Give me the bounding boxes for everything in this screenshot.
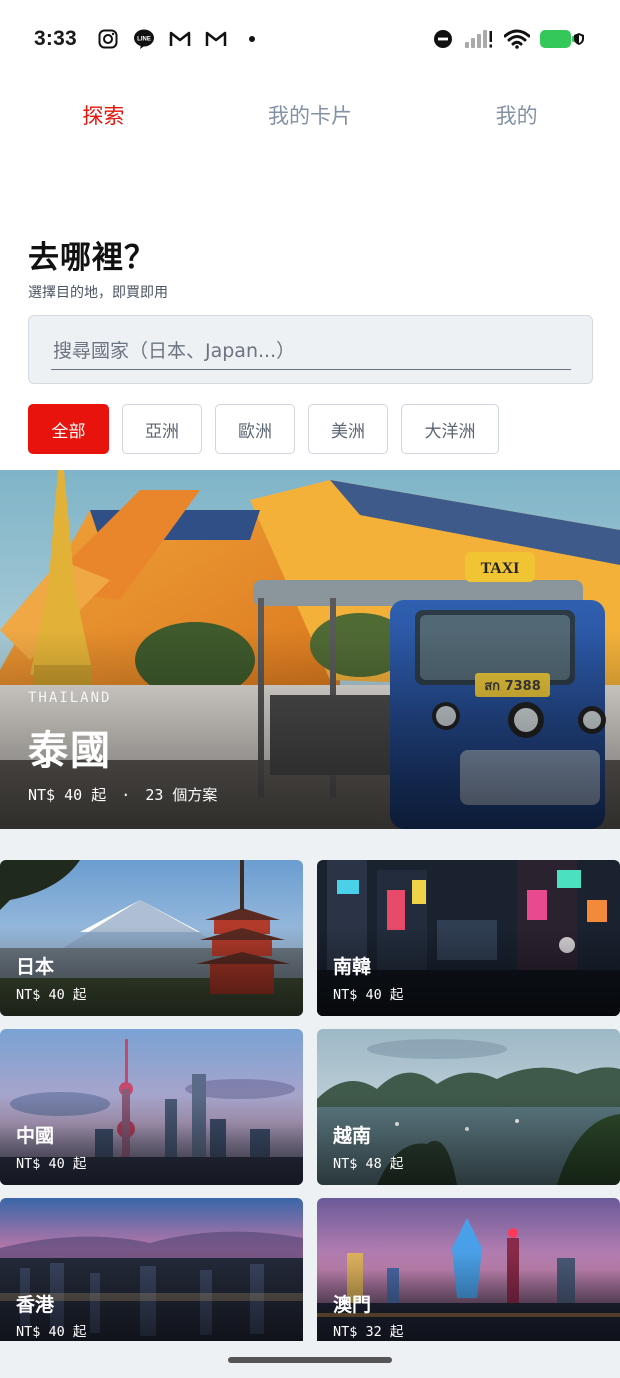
region-chip-europe[interactable]: 歐洲 [215,404,295,454]
vpn-shield-icon [572,28,586,50]
svg-text:สก 7388: สก 7388 [484,679,541,694]
destination-price: NT$ 32 起 [333,1324,404,1340]
search-box [28,315,593,384]
gmail-icon [169,28,191,50]
destination-price: NT$ 40 起 [16,1324,87,1340]
status-left: 3:33 LINE [34,27,263,51]
region-chip-americas[interactable]: 美洲 [308,404,388,454]
destination-name: 南韓 [333,956,372,978]
status-bar: 3:33 LINE [0,0,620,78]
destination-price: NT$ 40 起 [16,987,87,1003]
featured-destination-card[interactable]: TAXI สก 7388 THAILAND 泰國 NT$ 40 起 · 23 個… [0,470,620,829]
do-not-disturb-icon [432,28,454,50]
search-input[interactable] [51,332,571,370]
featured-price: NT$ 40 起 [28,786,107,804]
destination-card-hong-kong[interactable]: 香港 NT$ 40 起 [0,1198,303,1341]
battery-icon [540,28,576,50]
destination-card-china[interactable]: 中國 NT$ 40 起 [0,1029,303,1185]
page-title: 去哪裡？ [28,240,156,276]
destination-card-japan[interactable]: 日本 NT$ 40 起 [0,860,303,1016]
destination-price: NT$ 40 起 [16,1156,87,1172]
status-right [432,28,586,50]
featured-meta: NT$ 40 起 · 23 個方案 [28,784,217,805]
destination-price: NT$ 48 起 [333,1156,404,1172]
region-chip-asia[interactable]: 亞洲 [122,404,202,454]
destination-name: 日本 [16,956,55,978]
top-tab-bar: 探索 我的卡片 我的 [0,90,620,142]
region-filter: 全部 亞洲 歐洲 美洲 大洋洲 [28,404,499,454]
tab-me[interactable]: 我的 [413,90,620,142]
featured-plans: 23 個方案 [145,786,218,804]
destination-name: 香港 [16,1294,55,1316]
destination-name: 澳門 [333,1294,372,1316]
page-subtitle: 選擇目的地，即買即用 [28,285,168,301]
featured-name: 泰國 [28,728,112,774]
taxi-sign: TAXI [481,560,520,577]
destination-card-vietnam[interactable]: 越南 NT$ 48 起 [317,1029,620,1185]
featured-separator: · [121,786,131,804]
region-chip-all[interactable]: 全部 [28,404,109,454]
instagram-icon [97,28,119,50]
svg-text:LINE: LINE [137,37,151,43]
destination-price: NT$ 40 起 [333,987,404,1003]
gmail-icon [205,28,227,50]
wifi-icon [504,28,530,50]
destination-card-south-korea[interactable]: 南韓 NT$ 40 起 [317,860,620,1016]
status-time: 3:33 [34,27,77,50]
home-indicator[interactable] [228,1357,392,1363]
destination-name: 中國 [16,1125,55,1147]
destination-grid: 日本 NT$ 40 起 南韓 NT$ 40 起 中國 NT$ 40 起 越南 N… [0,829,620,1378]
destination-name: 越南 [333,1125,372,1147]
svg-text:TAXI: TAXI [481,560,520,577]
tab-my-cards[interactable]: 我的卡片 [207,90,414,142]
signal-icon [464,28,494,50]
tab-explore[interactable]: 探索 [0,90,207,142]
destination-card-macau[interactable]: 澳門 NT$ 32 起 [317,1198,620,1341]
region-chip-oceania[interactable]: 大洋洲 [401,404,499,454]
license-plate: สก 7388 [484,679,541,694]
featured-name-en: THAILAND [28,690,112,706]
dot-icon [241,28,263,50]
line-icon: LINE [133,28,155,50]
